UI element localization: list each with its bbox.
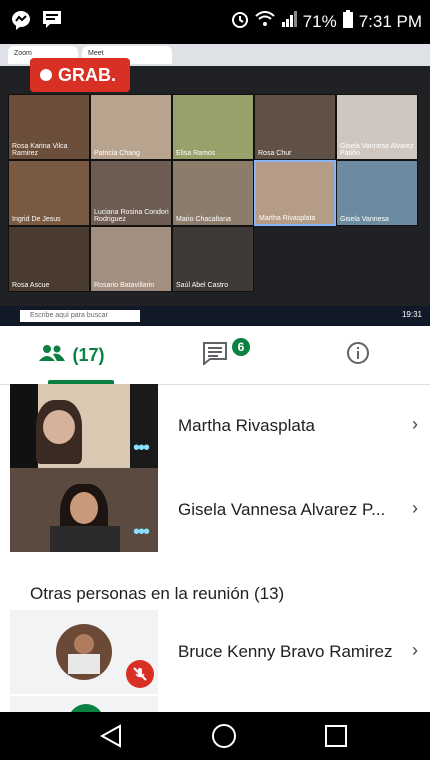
chevron-right-icon: ›: [412, 640, 418, 660]
home-icon[interactable]: [210, 722, 240, 752]
video-tile[interactable]: Gisela Vannesa Alvarez Patiño: [336, 94, 418, 160]
video-tile[interactable]: Rosa Karina Vilca Ramirez: [8, 94, 90, 160]
recents-icon[interactable]: [322, 722, 352, 752]
participant-tile: [10, 610, 158, 694]
tile-name: Ingrid De Jesus: [12, 216, 61, 223]
video-tile[interactable]: Gisela Vannesa: [336, 160, 418, 226]
video-tile[interactable]: Patricia Chang: [90, 94, 172, 160]
participant-name: Martha Rivasplata: [178, 416, 316, 435]
android-nav-bar: [0, 712, 430, 760]
video-tile[interactable]: Saúl Abel Castro: [172, 226, 254, 292]
tile-name: Elisa Ramos: [176, 150, 216, 157]
video-tile[interactable]: Ingrid De Jesus: [8, 160, 90, 226]
windows-taskbar: Escribe aquí para buscar 19:31: [0, 306, 430, 326]
section-title: Otras personas en la reunión (13): [30, 584, 285, 603]
message-icon: [42, 10, 62, 35]
more-dots-icon: •••: [132, 521, 150, 543]
tile-name: Rosa Karina Vilca Ramirez: [12, 143, 68, 157]
panel-tabs: (17) 6: [0, 326, 430, 385]
tile-name: Mario Chacaltana: [176, 216, 231, 223]
alarm-icon: [231, 10, 249, 33]
record-dot-icon: [40, 69, 52, 81]
tab-info[interactable]: [286, 326, 430, 384]
chevron-right-icon: ›: [412, 498, 418, 518]
chevron-right-icon: ›: [412, 414, 418, 434]
video-tile[interactable]: Mario Chacaltana: [172, 160, 254, 226]
tile-name: Martha Rivasplata: [259, 215, 316, 222]
recording-label: GRAB.: [58, 64, 116, 85]
participant-video: •••: [10, 468, 158, 552]
people-count: (17): [72, 344, 105, 365]
participant-name: Bruce Kenny Bravo Ramirez: [178, 642, 393, 661]
tab-chat[interactable]: [143, 326, 286, 384]
recording-badge: GRAB.: [30, 58, 130, 92]
taskbar-search: Escribe aquí para buscar: [20, 310, 140, 322]
people-icon: [38, 344, 66, 367]
tile-name: Saúl Abel Castro: [176, 282, 229, 289]
video-tile[interactable]: Rosario Batavillarin: [90, 226, 172, 292]
participant-tile: [10, 696, 158, 712]
tile-name: Luciana Rosina Condori Rodriguez: [94, 209, 169, 223]
avatar: [56, 624, 112, 680]
taskbar-clock: 19:31: [401, 310, 422, 319]
battery-icon: [342, 10, 353, 33]
video-tile[interactable]: Elisa Ramos: [172, 94, 254, 160]
tile-name: Rosa Chur: [258, 150, 292, 157]
battery-percent: 71%: [302, 11, 337, 31]
participants-panel: (17) 6 ••• Martha Rivasplata › ••• Gisel…: [0, 326, 430, 712]
chat-unread-badge: 6: [232, 338, 250, 356]
participant-row[interactable]: ••• Gisela Vannesa Alvarez P... ›: [0, 468, 430, 554]
tile-name: Rosario Batavillarin: [94, 282, 155, 289]
mic-off-icon: [126, 660, 154, 688]
status-bar: 71% 7:31 PM: [0, 0, 430, 44]
video-tile[interactable]: Martha Rivasplata: [254, 160, 336, 226]
signal-icon: [281, 11, 297, 32]
participant-name: Gisela Vannesa Alvarez P...: [178, 500, 386, 519]
more-dots-icon: •••: [132, 437, 150, 459]
video-tile[interactable]: Luciana Rosina Condori Rodriguez: [90, 160, 172, 226]
messenger-icon: [10, 10, 32, 35]
video-grid: Rosa Karina Vilca Ramirez Patricia Chang…: [8, 94, 418, 299]
back-icon[interactable]: [98, 722, 128, 752]
participant-row[interactable]: ••• Martha Rivasplata ›: [0, 384, 430, 470]
video-tile[interactable]: Rosa Ascue: [8, 226, 90, 292]
info-icon: [346, 341, 370, 370]
clock: 7:31 PM: [358, 11, 422, 31]
tile-name: Gisela Vannesa Alvarez Patiño: [340, 143, 414, 157]
participant-video: •••: [10, 384, 158, 468]
video-tile[interactable]: Rosa Chur: [254, 94, 336, 160]
tile-name: Patricia Chang: [94, 150, 140, 157]
wifi-icon: [254, 11, 275, 32]
chat-icon: [202, 341, 228, 370]
tile-name: Rosa Ascue: [12, 282, 50, 289]
tile-name: Gisela Vannesa: [340, 216, 389, 223]
shared-screen[interactable]: Zoom Meet GRAB. Rosa Karina Vilca Ramire…: [0, 44, 430, 326]
tab-people[interactable]: (17): [0, 326, 143, 384]
participant-row[interactable]: Bruce Kenny Bravo Ramirez ›: [0, 610, 430, 696]
